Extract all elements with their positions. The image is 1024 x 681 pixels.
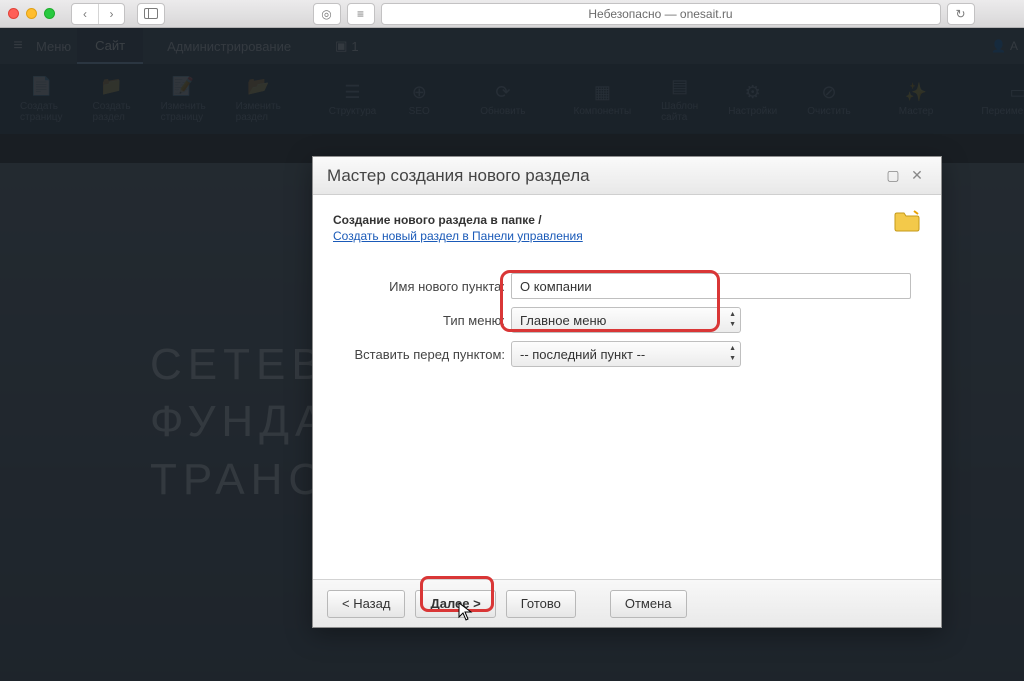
wizard-form: Имя нового пункта: Тип меню: Главное мен… [333, 273, 921, 367]
label-item-name: Имя нового пункта: [333, 279, 511, 294]
modal-title: Мастер создания нового раздела [327, 166, 879, 186]
maximize-icon[interactable]: ▢ [883, 166, 903, 186]
forward-button[interactable]: › [98, 4, 124, 24]
done-button[interactable]: Готово [506, 590, 576, 618]
modal-body: Создание нового раздела в папке / Создат… [313, 195, 941, 579]
back-button[interactable]: ‹ [72, 4, 98, 24]
input-item-name[interactable] [511, 273, 911, 299]
chevron-updown-icon: ▲▼ [729, 344, 736, 364]
address-bar[interactable]: Небезопасно — onesait.ru [381, 3, 941, 25]
reader-icon[interactable]: ≡ [347, 3, 375, 25]
breadcrumb: Создание нового раздела в папке / Создат… [333, 213, 921, 243]
next-button[interactable]: Далее > [415, 590, 495, 618]
nav-back-forward: ‹ › [71, 3, 125, 25]
label-menu-type: Тип меню: [333, 313, 511, 328]
chevron-updown-icon: ▲▼ [729, 310, 736, 330]
control-panel-link[interactable]: Создать новый раздел в Панели управления [333, 229, 583, 243]
fullscreen-window-icon[interactable] [44, 8, 55, 19]
address-group: ◎ ≡ Небезопасно — onesait.ru ↻ [271, 3, 1016, 25]
row-item-name: Имя нового пункта: [333, 273, 921, 299]
back-button[interactable]: < Назад [327, 590, 405, 618]
close-window-icon[interactable] [8, 8, 19, 19]
close-icon[interactable]: ✕ [907, 166, 927, 186]
minimize-window-icon[interactable] [26, 8, 37, 19]
sidebar-icon[interactable] [138, 4, 164, 24]
reload-button[interactable]: ↻ [947, 3, 975, 25]
cancel-button[interactable]: Отмена [610, 590, 687, 618]
label-insert-before: Вставить перед пунктом: [333, 347, 511, 362]
select-insert-before[interactable]: -- последний пункт -- ▲▼ [511, 341, 741, 367]
modal-titlebar: Мастер создания нового раздела ▢ ✕ [313, 157, 941, 195]
row-menu-type: Тип меню: Главное меню ▲▼ [333, 307, 921, 333]
sidebar-toggle[interactable] [137, 3, 165, 25]
folder-icon [893, 209, 921, 233]
traffic-lights [8, 8, 55, 19]
address-text: Небезопасно — onesait.ru [588, 7, 732, 21]
wizard-modal: Мастер создания нового раздела ▢ ✕ Созда… [312, 156, 942, 628]
modal-footer: < Назад Далее > Готово Отмена [313, 579, 941, 627]
browser-titlebar: ‹ › ◎ ≡ Небезопасно — onesait.ru ↻ [0, 0, 1024, 28]
row-insert-before: Вставить перед пунктом: -- последний пун… [333, 341, 921, 367]
privacy-icon[interactable]: ◎ [313, 3, 341, 25]
select-menu-type[interactable]: Главное меню ▲▼ [511, 307, 741, 333]
